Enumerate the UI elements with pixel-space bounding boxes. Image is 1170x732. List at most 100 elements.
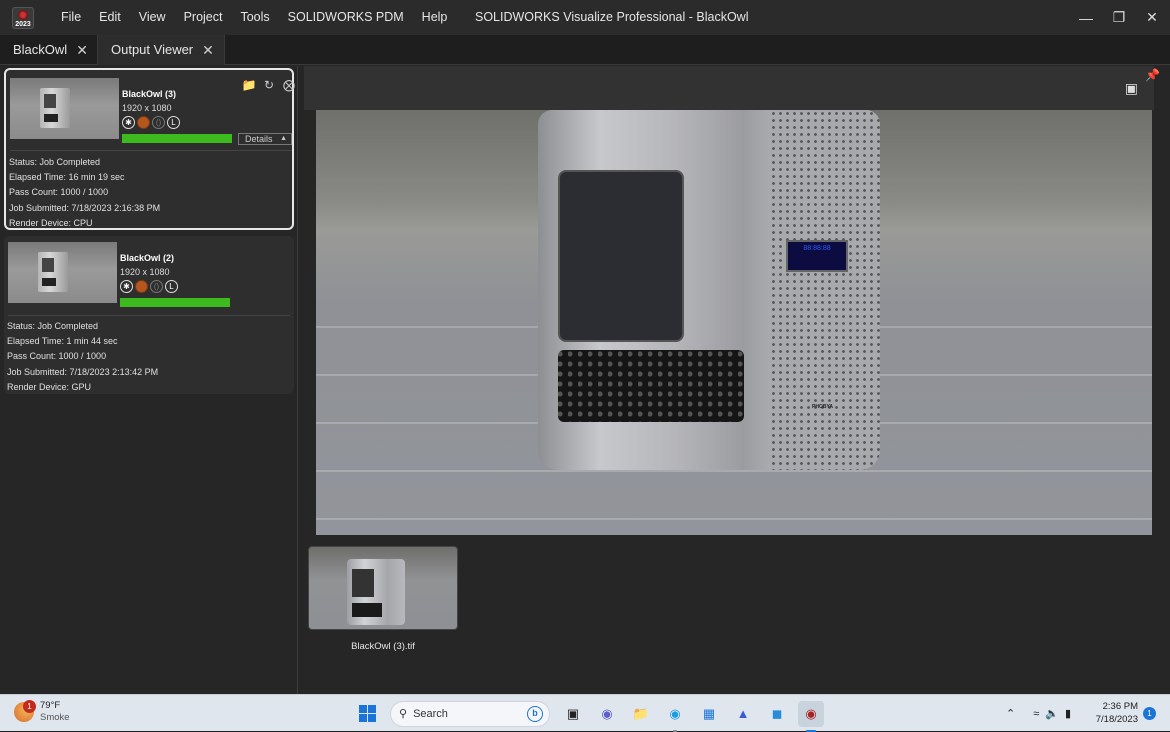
restore-icon[interactable]: ❐ [1101,0,1137,35]
logo-year: 2023 [15,20,31,28]
cancel-job-icon[interactable]: ⨂ [282,78,296,92]
clock-date: 7/18/2023 [1095,714,1138,725]
visualize-taskbar-icon[interactable]: ◉ [798,700,824,732]
details-label: Details [245,134,273,144]
solidworks-app-icon[interactable]: ▲ [730,701,756,727]
file-explorer-icon[interactable]: 📁 [628,701,654,727]
filmstrip-label: BlackOwl (3).tif [351,641,415,652]
visualize-logo-icon[interactable]: 2023 [12,6,34,29]
job-submitted: Job Submitted: 7/18/2023 2:16:38 PM [9,203,161,213]
divider [10,150,292,151]
pc-case-image [347,559,405,625]
taskbar-clock[interactable]: 2:36 PM 7/18/2023 [1092,700,1138,726]
aperture-icon: ✱ [120,280,133,293]
job-pass-count: Pass Count: 1000 / 1000 [9,187,109,197]
job-elapsed-time: Elapsed Time: 16 min 19 sec [9,172,125,182]
task-view-icon[interactable]: ▣ [560,701,586,727]
weather-icon: 1 [14,700,36,722]
close-window-icon[interactable]: ✕ [1134,0,1170,35]
pc-case-render: 88:88:88 PHOBYA [538,110,880,470]
menu-tools[interactable]: Tools [231,0,278,35]
case-brand: PHOBYA [812,404,833,410]
clock-time: 2:36 PM [1102,701,1138,712]
tab-label: BlackOwl [13,42,68,57]
wifi-icon[interactable]: ≈ [1033,708,1039,720]
volume-icon[interactable]: 🔈 [1045,707,1059,720]
menu-view[interactable]: View [130,0,175,35]
progress-fill [120,298,230,307]
edge-icon[interactable]: ◉ [662,701,688,732]
pin-icon[interactable]: 📌 [1145,68,1160,82]
weather-text: 79°F Smoke [40,700,70,724]
weather-desc: Smoke [40,712,70,723]
battery-icon[interactable]: ▮ [1065,707,1071,720]
menu-file[interactable]: File [52,0,90,35]
tab-bar: BlackOwl ✕ Output Viewer ✕ [0,35,1170,65]
details-button[interactable]: Details ▲ [238,133,292,145]
menu-solidworks-pdm[interactable]: SOLIDWORKS PDM [279,0,413,35]
basketball-icon [137,116,150,129]
menu-edit[interactable]: Edit [90,0,130,35]
job-name: BlackOwl (3) [122,89,177,99]
windows-logo-icon [358,705,376,722]
menu-help[interactable]: Help [413,0,457,35]
case-mesh-panel [770,110,880,470]
taskbar-apps: ⚲ Search b ▣ ◉ 📁 ◉ ▦ ▲ ◼ ◉ [350,695,828,732]
job-thumbnail[interactable] [10,78,119,139]
app-window: 2023 File Edit View Project Tools SOLIDW… [0,0,1170,694]
notification-badge[interactable]: 1 [1143,707,1156,720]
window-title: SOLIDWORKS Visualize Professional - Blac… [475,10,749,24]
job-pass-count: Pass Count: 1000 / 1000 [7,351,107,361]
job-render-mode-icons: ✱ () L [120,280,178,293]
viewer-toolbar [304,66,1154,110]
basketball-icon [135,280,148,293]
start-button[interactable] [354,701,380,727]
minimize-icon[interactable]: — [1068,0,1104,35]
render-job-card[interactable]: BlackOwl (3) 1920 x 1080 ✱ () L Details ▲… [4,68,296,230]
job-resolution: 1920 x 1080 [122,103,172,113]
title-bar: 2023 File Edit View Project Tools SOLIDW… [0,0,1170,35]
weather-widget[interactable]: 1 79°F Smoke [14,700,70,724]
store-icon[interactable]: ▦ [696,701,722,727]
job-progress-bar [122,134,232,143]
bing-icon[interactable]: b [527,705,543,722]
case-display: 88:88:88 [786,240,848,272]
job-name: BlackOwl (2) [120,253,175,263]
tab-blackowl[interactable]: BlackOwl ✕ [0,35,98,65]
close-tab-icon[interactable]: ✕ [202,35,214,65]
job-resolution: 1920 x 1080 [120,267,170,277]
case-window [558,170,684,342]
divider [8,315,290,316]
pc-case-image [38,252,68,292]
system-tray: ⌃ ≈ 🔈 ▮ [1006,695,1071,732]
case-fans [558,350,744,422]
stereo-icon: () [152,116,165,129]
tab-output-viewer[interactable]: Output Viewer ✕ [97,35,225,65]
chat-icon[interactable]: ◉ [594,701,620,727]
menu-project[interactable]: Project [175,0,232,35]
job-submitted: Job Submitted: 7/18/2023 2:13:42 PM [7,367,159,377]
fullscreen-icon[interactable]: ▣ [1125,80,1138,97]
taskbar-search[interactable]: ⚲ Search b [390,700,550,727]
progress-fill [122,134,232,143]
menu-bar: File Edit View Project Tools SOLIDWORKS … [52,0,456,35]
render-job-card[interactable]: BlackOwl (2) 1920 x 1080 ✱ () L Status: … [4,236,294,394]
job-thumbnail[interactable] [8,242,117,303]
tab-label: Output Viewer [111,42,194,57]
output-viewer: 88:88:88 PHOBYA ▣ 📌 BlackOwl (3).tif [304,66,1170,694]
aperture-icon: ✱ [122,116,135,129]
lighting-icon: L [167,116,180,129]
lighting-icon: L [165,280,178,293]
chevron-up-icon[interactable]: ⌃ [1006,707,1015,720]
render-queue-panel: BlackOwl (3) 1920 x 1080 ✱ () L Details ▲… [0,66,298,694]
open-folder-icon[interactable]: 📁 [242,78,257,92]
refresh-icon[interactable]: ↻ [262,78,276,92]
filmstrip-thumbnail[interactable] [308,546,458,630]
rendered-image[interactable]: 88:88:88 PHOBYA [316,110,1152,535]
job-tools: 📁 ↻ ⨂ [242,78,296,92]
search-icon: ⚲ [399,708,408,720]
weather-alert-badge: 1 [23,700,36,713]
close-tab-icon[interactable]: ✕ [76,35,88,65]
job-render-device: Render Device: GPU [7,382,92,392]
photos-icon[interactable]: ◼ [764,701,790,727]
